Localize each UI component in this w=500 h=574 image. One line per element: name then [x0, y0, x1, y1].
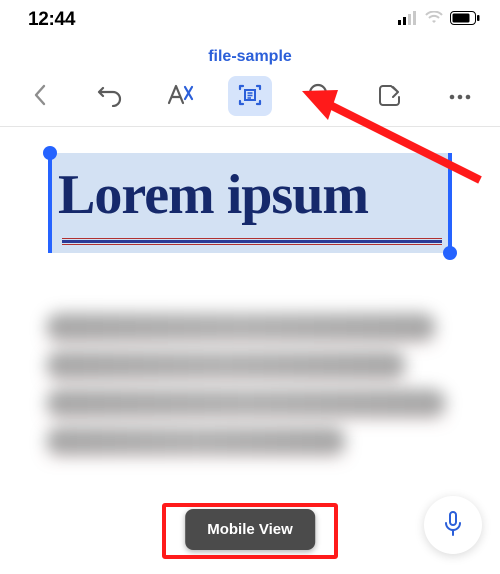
search-icon: [307, 82, 333, 111]
back-button[interactable]: [18, 76, 62, 116]
blurred-body-text: [16, 313, 484, 455]
cellular-icon: [398, 11, 418, 30]
underline-decoration: [62, 237, 442, 247]
mobile-view-button[interactable]: [228, 76, 272, 116]
document-canvas[interactable]: Lorem ipsum: [0, 127, 500, 455]
mobile-view-pill-label: Mobile View: [207, 521, 293, 538]
status-icons: [398, 11, 480, 30]
share-button[interactable]: [368, 76, 412, 116]
doc-title: file-sample: [0, 36, 500, 70]
toolbar: [0, 70, 500, 116]
text-style-icon: [166, 83, 194, 110]
undo-button[interactable]: [88, 76, 132, 116]
mobile-view-icon: [236, 81, 264, 112]
toolbar-section: file-sample: [0, 36, 500, 127]
mobile-view-pill[interactable]: Mobile View: [185, 509, 315, 550]
share-icon: [377, 83, 403, 110]
wifi-icon: [424, 11, 444, 30]
mic-button[interactable]: [424, 496, 482, 554]
more-button[interactable]: [438, 76, 482, 116]
selected-heading-text: Lorem ipsum: [52, 153, 448, 227]
text-selection[interactable]: Lorem ipsum: [48, 153, 452, 253]
battery-icon: [450, 11, 480, 30]
undo-icon: [97, 83, 123, 110]
text-style-button[interactable]: [158, 76, 202, 116]
status-time: 12:44: [28, 9, 75, 31]
search-button[interactable]: [298, 76, 342, 116]
chevron-left-icon: [32, 83, 48, 110]
mic-icon: [441, 510, 465, 541]
more-icon: [448, 89, 472, 104]
status-bar: 12:44: [0, 0, 500, 36]
selection-handle-top-left[interactable]: [43, 146, 57, 160]
selection-handle-bottom-right[interactable]: [443, 246, 457, 260]
